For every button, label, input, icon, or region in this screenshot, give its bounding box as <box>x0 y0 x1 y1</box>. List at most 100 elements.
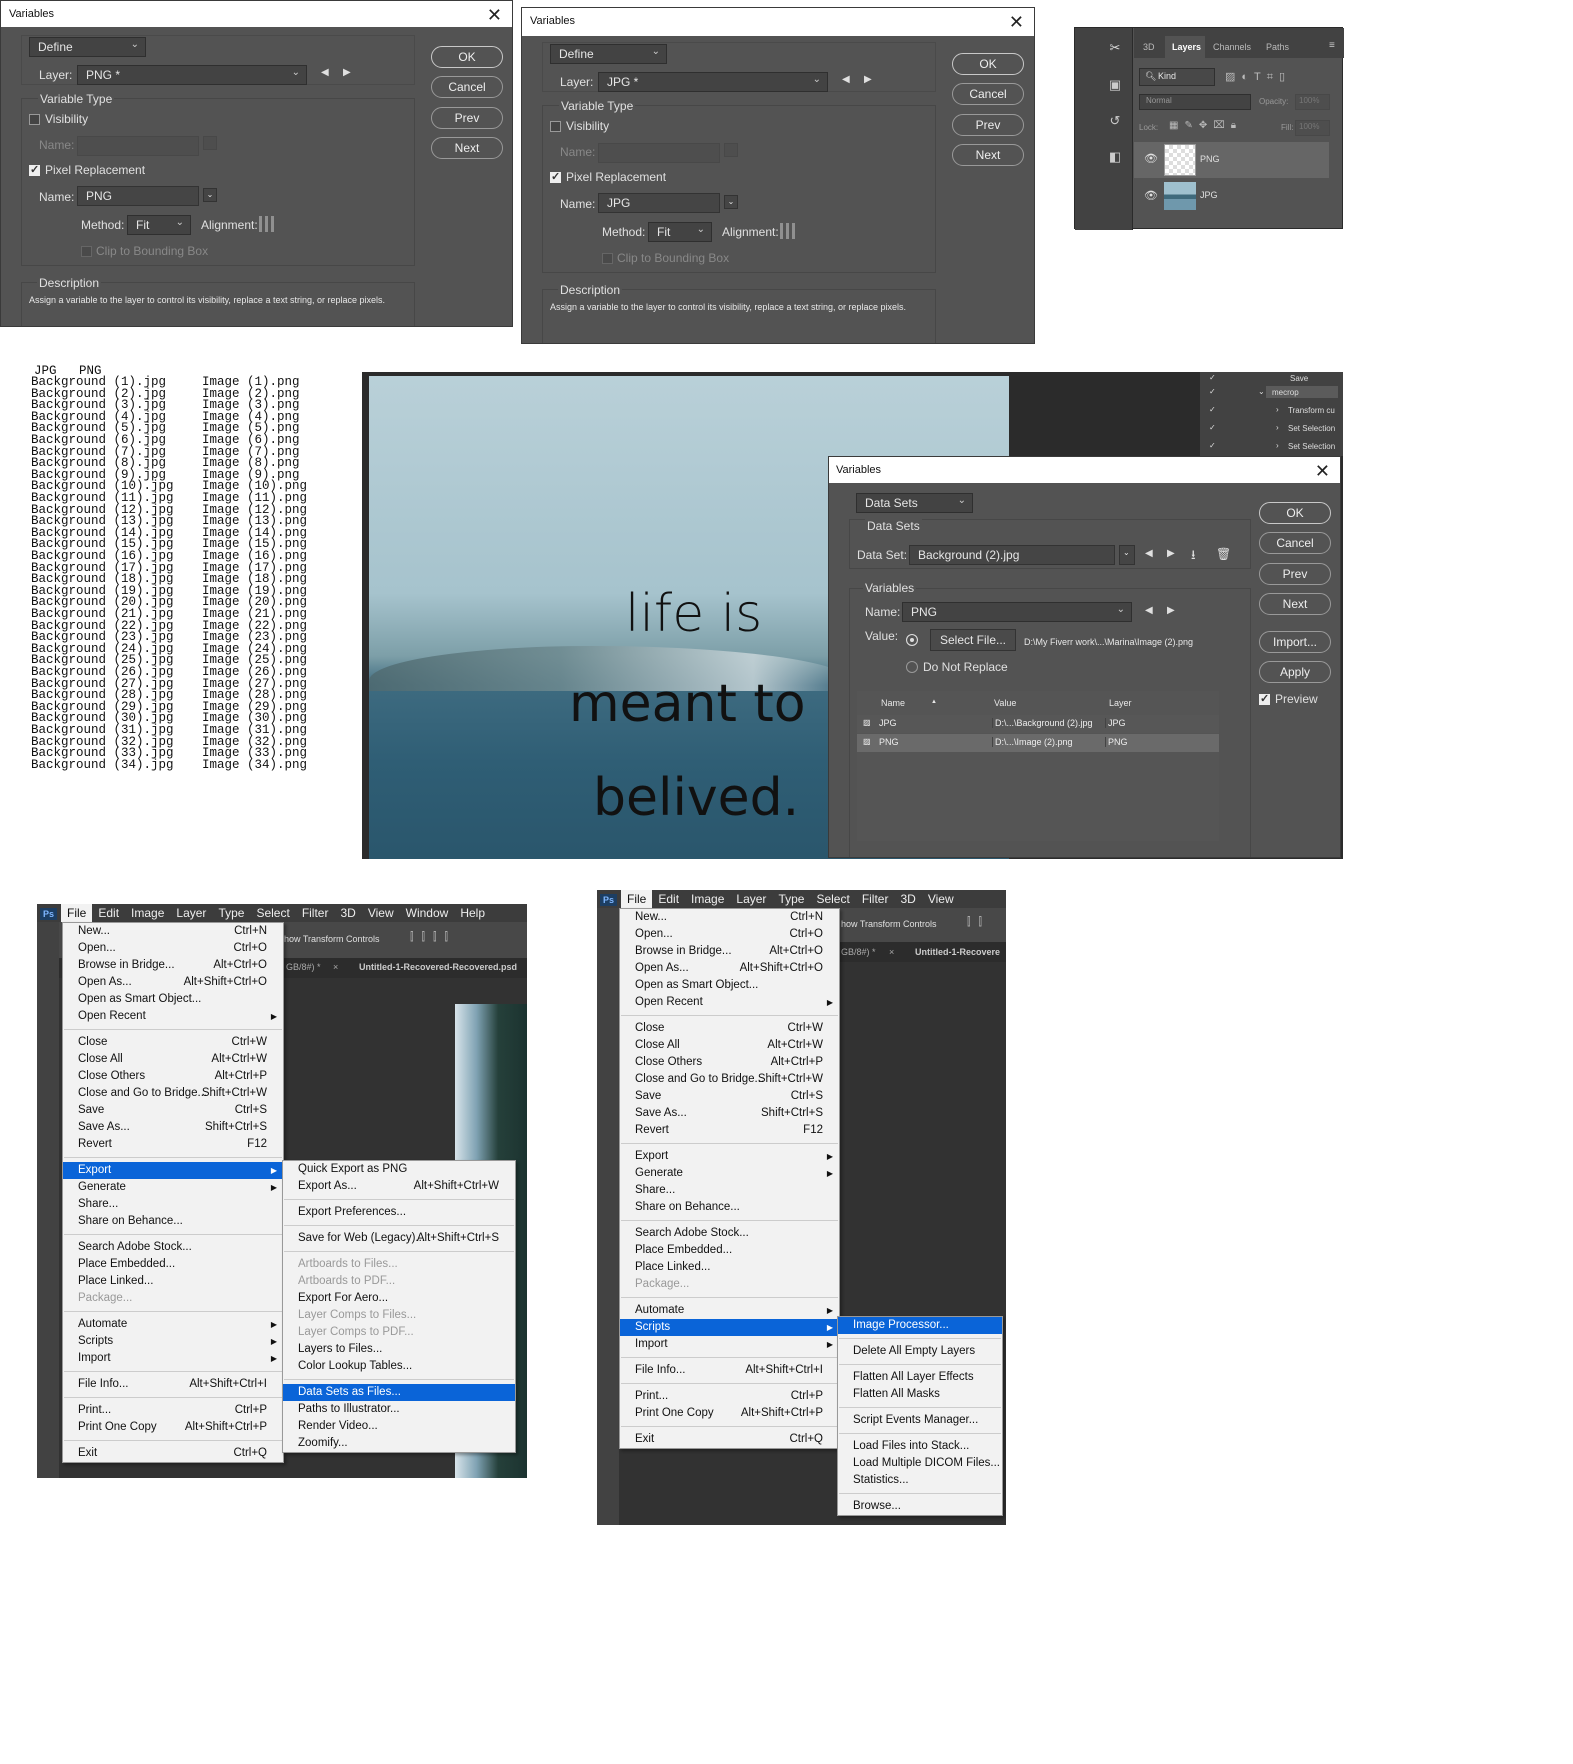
menu-type[interactable]: Type <box>212 904 250 922</box>
menu-item-flatten-all-masks[interactable]: Flatten All Masks <box>838 1386 1002 1403</box>
menu-item-layer-comps-to-files[interactable]: Layer Comps to Files... <box>283 1307 515 1324</box>
menu-image[interactable]: Image <box>685 890 730 908</box>
menu-item-search-adobe-stock[interactable]: Search Adobe Stock... <box>63 1239 283 1256</box>
mode-select[interactable]: Define ⌄ <box>29 37 146 57</box>
menu-item-export-preferences[interactable]: Export Preferences... <box>283 1204 515 1221</box>
menu-item-data-sets-as-files[interactable]: Data Sets as Files... <box>283 1384 515 1401</box>
pixel-replacement-checkbox[interactable] <box>550 170 561 183</box>
col-value[interactable]: Value <box>994 698 1016 708</box>
menu-3d[interactable]: 3D <box>894 890 921 908</box>
menu-item-image-processor[interactable]: Image Processor... <box>838 1317 1002 1334</box>
menu-layer[interactable]: Layer <box>730 890 772 908</box>
alignment-grid-icon[interactable] <box>259 216 275 232</box>
variable-name-select[interactable]: PNG ⌄ <box>902 602 1132 622</box>
menu-select[interactable]: Select <box>250 904 295 922</box>
preview-checkbox[interactable] <box>1259 692 1270 705</box>
close-tab-icon[interactable]: × <box>889 947 894 957</box>
menu-item-scripts[interactable]: Scripts ▶ <box>63 1333 283 1350</box>
menu-item-browse[interactable]: Browse... <box>838 1498 1002 1515</box>
menu-item-place-linked[interactable]: Place Linked... <box>620 1259 839 1276</box>
menu-item-exit[interactable]: Exit Ctrl+Q <box>620 1431 839 1448</box>
menu-item-close[interactable]: Close Ctrl+W <box>620 1020 839 1037</box>
menu-item-zoomify[interactable]: Zoomify... <box>283 1435 515 1452</box>
menu-view[interactable]: View <box>922 890 960 908</box>
prev-layer-arrow[interactable]: ◀ <box>842 74 850 85</box>
menu-item-layer-comps-to-pdf[interactable]: Layer Comps to PDF... <box>283 1324 515 1341</box>
menu-select[interactable]: Select <box>810 890 855 908</box>
eye-icon[interactable]: 👁︎ <box>1144 189 1158 202</box>
dataset-input[interactable]: Background (2).jpg <box>909 545 1115 565</box>
next-dataset-arrow[interactable]: ▶ <box>1167 548 1175 559</box>
pixel-name-dropdown[interactable]: ⌄ <box>724 195 738 209</box>
menu-item-generate[interactable]: Generate ▶ <box>63 1179 283 1196</box>
next-button[interactable]: Next <box>1259 593 1331 615</box>
menu-filter[interactable]: Filter <box>296 904 335 922</box>
menu-item-print[interactable]: Print... Ctrl+P <box>620 1388 839 1405</box>
menu-item-paths-to-illustrator[interactable]: Paths to Illustrator... <box>283 1401 515 1418</box>
next-variable-arrow[interactable]: ▶ <box>1167 605 1175 616</box>
menu-item-scripts[interactable]: Scripts ▶ <box>620 1319 839 1336</box>
menu-item-save-as[interactable]: Save As... Shift+Ctrl+S <box>620 1105 839 1122</box>
prev-button[interactable]: Prev <box>952 114 1024 136</box>
close-icon[interactable]: ✕ <box>487 5 502 26</box>
menu-item-statistics[interactable]: Statistics... <box>838 1472 1002 1489</box>
menu-item-export-as[interactable]: Export As... Alt+Shift+Ctrl+W <box>283 1178 515 1195</box>
do-not-replace-radio[interactable] <box>906 661 918 673</box>
menu-item-close-others[interactable]: Close Others Alt+Ctrl+P <box>620 1054 839 1071</box>
menu-item-share[interactable]: Share... <box>63 1196 283 1213</box>
menu-item-open-recent[interactable]: Open Recent ▶ <box>620 994 839 1011</box>
panel-menu-icon[interactable]: ≡ <box>1329 40 1335 51</box>
visibility-checkbox[interactable] <box>550 121 561 132</box>
menu-item-close-all[interactable]: Close All Alt+Ctrl+W <box>620 1037 839 1054</box>
menu-item-close-others[interactable]: Close Others Alt+Ctrl+P <box>63 1068 283 1085</box>
menu-item-file-info[interactable]: File Info... Alt+Shift+Ctrl+I <box>620 1362 839 1379</box>
visibility-checkbox[interactable] <box>29 114 40 125</box>
align-icons[interactable]: ⫿⫿⫿⫿ <box>410 931 456 944</box>
history-icon[interactable]: ↺ <box>1107 114 1123 128</box>
mode-select[interactable]: Data Sets ⌄ <box>856 493 973 513</box>
menu-item-open-as[interactable]: Open As... Alt+Shift+Ctrl+O <box>63 974 283 991</box>
menu-item-artboards-to-files[interactable]: Artboards to Files... <box>283 1256 515 1273</box>
select-file-button[interactable]: Select File... <box>930 629 1016 651</box>
prev-variable-arrow[interactable]: ◀ <box>1145 605 1153 616</box>
menu-item-flatten-all-layer-effects[interactable]: Flatten All Layer Effects <box>838 1369 1002 1386</box>
menu-view[interactable]: View <box>362 904 400 922</box>
pixel-name-input[interactable]: JPG <box>598 193 720 213</box>
action-label[interactable]: Set Selection <box>1288 424 1335 433</box>
menu-item-revert[interactable]: Revert F12 <box>63 1136 283 1153</box>
cancel-button[interactable]: Cancel <box>431 76 503 98</box>
menu-item-close-and-go-to-bridge[interactable]: Close and Go to Bridge... Shift+Ctrl+W <box>620 1071 839 1088</box>
doc-tab-1[interactable]: GB/8#) * <box>286 962 321 972</box>
table-row[interactable]: ▨ PNG D:\...\Image (2).png PNG <box>857 734 1219 752</box>
action-label[interactable]: Transform cu <box>1288 406 1335 415</box>
lock-icons[interactable]: ▦✎✥⌧🔒︎ <box>1169 120 1242 131</box>
menu-help[interactable]: Help <box>454 904 491 922</box>
tools-icon[interactable]: ✂ <box>1107 41 1123 55</box>
select-file-radio[interactable] <box>906 634 918 646</box>
ok-button[interactable]: OK <box>952 53 1024 75</box>
method-select[interactable]: Fit ⌄ <box>648 222 712 242</box>
menu-item-file-info[interactable]: File Info... Alt+Shift+Ctrl+I <box>63 1376 283 1393</box>
table-row[interactable]: ▨ JPG D:\...\Background (2).jpg JPG <box>857 715 1219 733</box>
menu-item-place-embedded[interactable]: Place Embedded... <box>620 1242 839 1259</box>
col-name[interactable]: Name <box>881 698 905 708</box>
action-label[interactable]: Save <box>1290 374 1308 383</box>
menu-edit[interactable]: Edit <box>92 904 125 922</box>
menu-item-close[interactable]: Close Ctrl+W <box>63 1034 283 1051</box>
cancel-button[interactable]: Cancel <box>1259 532 1331 554</box>
menu-file[interactable]: File <box>621 890 653 908</box>
layer-row-jpg[interactable]: 👁︎ JPG <box>1134 179 1329 213</box>
menu-item-import[interactable]: Import ▶ <box>620 1336 839 1353</box>
menu-item-automate[interactable]: Automate ▶ <box>620 1302 839 1319</box>
next-button[interactable]: Next <box>431 137 503 159</box>
menu-item-export-for-aero[interactable]: Export For Aero... <box>283 1290 515 1307</box>
menu-item-open[interactable]: Open... Ctrl+O <box>620 926 839 943</box>
menu-3d[interactable]: 3D <box>334 904 361 922</box>
doc-tab-2[interactable]: Untitled-1-Recovere <box>915 947 1000 957</box>
menu-item-share-on-behance[interactable]: Share on Behance... <box>620 1199 839 1216</box>
apply-button[interactable]: Apply <box>1259 661 1331 683</box>
menu-item-print-one-copy[interactable]: Print One Copy Alt+Shift+Ctrl+P <box>63 1419 283 1436</box>
menu-item-open-as-smart-object[interactable]: Open as Smart Object... <box>63 991 283 1008</box>
menu-type[interactable]: Type <box>772 890 810 908</box>
pixel-replacement-checkbox[interactable] <box>29 163 40 176</box>
